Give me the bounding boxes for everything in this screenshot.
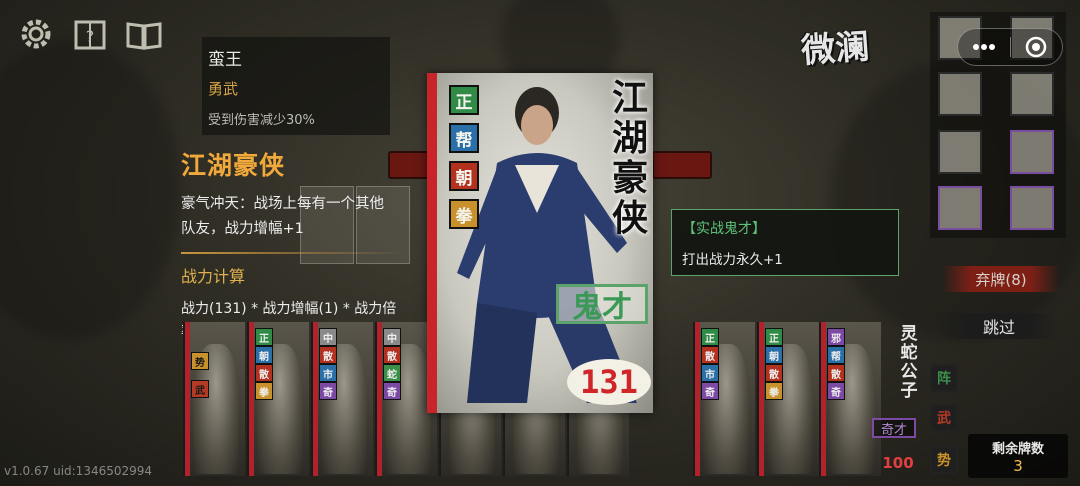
hand-card-tag: 散: [383, 346, 401, 364]
hand-card-tag: 邪: [827, 328, 845, 346]
tooltip-title: 【实战鬼才】: [682, 221, 766, 237]
hand-card-strip: [249, 322, 254, 476]
pavilion-icon[interactable]: [938, 186, 982, 230]
hero-card-detail[interactable]: 正 帮 朝 拳 江湖豪侠 鬼才 131: [427, 73, 653, 413]
card-power: 131: [567, 359, 651, 405]
hand-card-strip: [759, 322, 764, 476]
mini-program-capsule: [957, 28, 1063, 66]
chest-icon[interactable]: [1010, 130, 1054, 174]
hand-card-tag: 散: [827, 364, 845, 382]
hand-card-tag: 拳: [255, 382, 273, 400]
fortress-icon[interactable]: [938, 72, 982, 116]
hand-card-tag: 帮: [827, 346, 845, 364]
svg-text:?: ?: [86, 27, 95, 46]
card-tag: 拳: [449, 199, 479, 229]
hand-card[interactable]: 正 散 市 奇: [693, 322, 755, 476]
filter-tag-martial[interactable]: 武: [930, 404, 958, 432]
hand-card-tag: 正: [255, 328, 273, 346]
last-hand-card-power: 100: [882, 454, 914, 472]
enemy-info-box: 蛮王 勇武 受到伤害减少30%: [202, 37, 390, 135]
hand-card-tag: 散: [765, 364, 783, 382]
hero-skill-text: 豪气冲天：战场上每有一个其他队友，战力增幅+1: [181, 196, 384, 237]
hand-card-tag: 散: [255, 364, 273, 382]
version-label: v1.0.67 uid:1346502994: [4, 464, 153, 478]
more-dots-icon[interactable]: [958, 29, 1010, 65]
hand-card-tag: 奇: [701, 382, 719, 400]
hand-card-strip: [821, 322, 826, 476]
enemy-name: 蛮王: [208, 50, 242, 70]
hero-title: 江湖豪侠: [181, 151, 286, 180]
armor-icon[interactable]: [1010, 72, 1054, 116]
hand-card-tag: 朝: [255, 346, 273, 364]
hand-card[interactable]: 势 武: [183, 322, 245, 476]
tooltip-text: 打出战力永久+1: [682, 252, 783, 268]
card-trait-badge[interactable]: 鬼才: [556, 284, 648, 325]
deck-label: 剩余牌数: [991, 442, 1044, 457]
hand-card-tag: 蛇: [383, 364, 401, 382]
power-calc-title: 战力计算: [181, 267, 246, 286]
hand-card-tag: 市: [701, 364, 719, 382]
deck-remaining[interactable]: 剩余牌数 3: [968, 434, 1068, 478]
enemy-hp-bar-left: [388, 151, 432, 179]
blade-icon[interactable]: [938, 130, 982, 174]
hand-card-tag: 势: [191, 352, 209, 370]
enemy-description: 受到伤害减少30%: [208, 113, 315, 128]
hand-card-strip: [313, 322, 318, 476]
card-tag: 帮: [449, 123, 479, 153]
hand-card-tag: 拳: [765, 382, 783, 400]
hand-card-tag: 武: [191, 380, 209, 398]
hand-card-tag: 市: [319, 364, 337, 382]
hand-card-strip: [695, 322, 700, 476]
hand-card-strip: [377, 322, 382, 476]
last-hand-card-trait: 奇才: [872, 418, 916, 438]
card-tag: 正: [449, 85, 479, 115]
hand-card-tag: 散: [319, 346, 337, 364]
hand-card[interactable]: 正 朝 散 拳: [247, 322, 309, 476]
hand-card[interactable]: 邪 帮 散 奇: [819, 322, 881, 476]
card-name: 江湖豪侠: [611, 78, 648, 239]
deck-count: 3: [1013, 457, 1023, 475]
hand-card[interactable]: 中 散 市 奇: [311, 322, 373, 476]
discard-button[interactable]: 弃牌(8): [942, 266, 1060, 292]
hand-card-tag: 奇: [383, 382, 401, 400]
hand-card-tag: 散: [701, 346, 719, 364]
pouch-icon[interactable]: [1010, 186, 1054, 230]
filter-tag-power[interactable]: 势: [930, 446, 958, 474]
hand-card-tag: 正: [765, 328, 783, 346]
filter-tag-formation[interactable]: 阵: [930, 364, 958, 392]
hand-card-tag: 奇: [827, 382, 845, 400]
trait-tooltip: 【实战鬼才】 打出战力永久+1: [671, 209, 899, 276]
hand-card-tag: 正: [701, 328, 719, 346]
top-left-toolbar: ?: [16, 14, 164, 54]
last-hand-card-name: 灵蛇公子: [900, 324, 918, 401]
hand-card-tag: 朝: [765, 346, 783, 364]
card-faction-strip: [427, 73, 437, 413]
hand-card-tag: 奇: [319, 382, 337, 400]
enemy-hp-bar-right: [652, 151, 712, 179]
game-logo: 微澜: [799, 26, 871, 71]
help-book-icon[interactable]: ?: [70, 14, 110, 54]
card-tag: 朝: [449, 161, 479, 191]
section-divider: [181, 252, 409, 254]
skip-button[interactable]: 跳过: [940, 313, 1058, 339]
record-circle-icon[interactable]: [1010, 29, 1062, 65]
gear-icon[interactable]: [16, 14, 56, 54]
hand-card-strip: [185, 322, 190, 476]
open-book-icon[interactable]: [124, 14, 164, 54]
hand-card[interactable]: 正 朝 散 拳: [757, 322, 819, 476]
enemy-type: 勇武: [208, 80, 239, 98]
hand-card-tag: 中: [319, 328, 337, 346]
hand-card-tag: 中: [383, 328, 401, 346]
